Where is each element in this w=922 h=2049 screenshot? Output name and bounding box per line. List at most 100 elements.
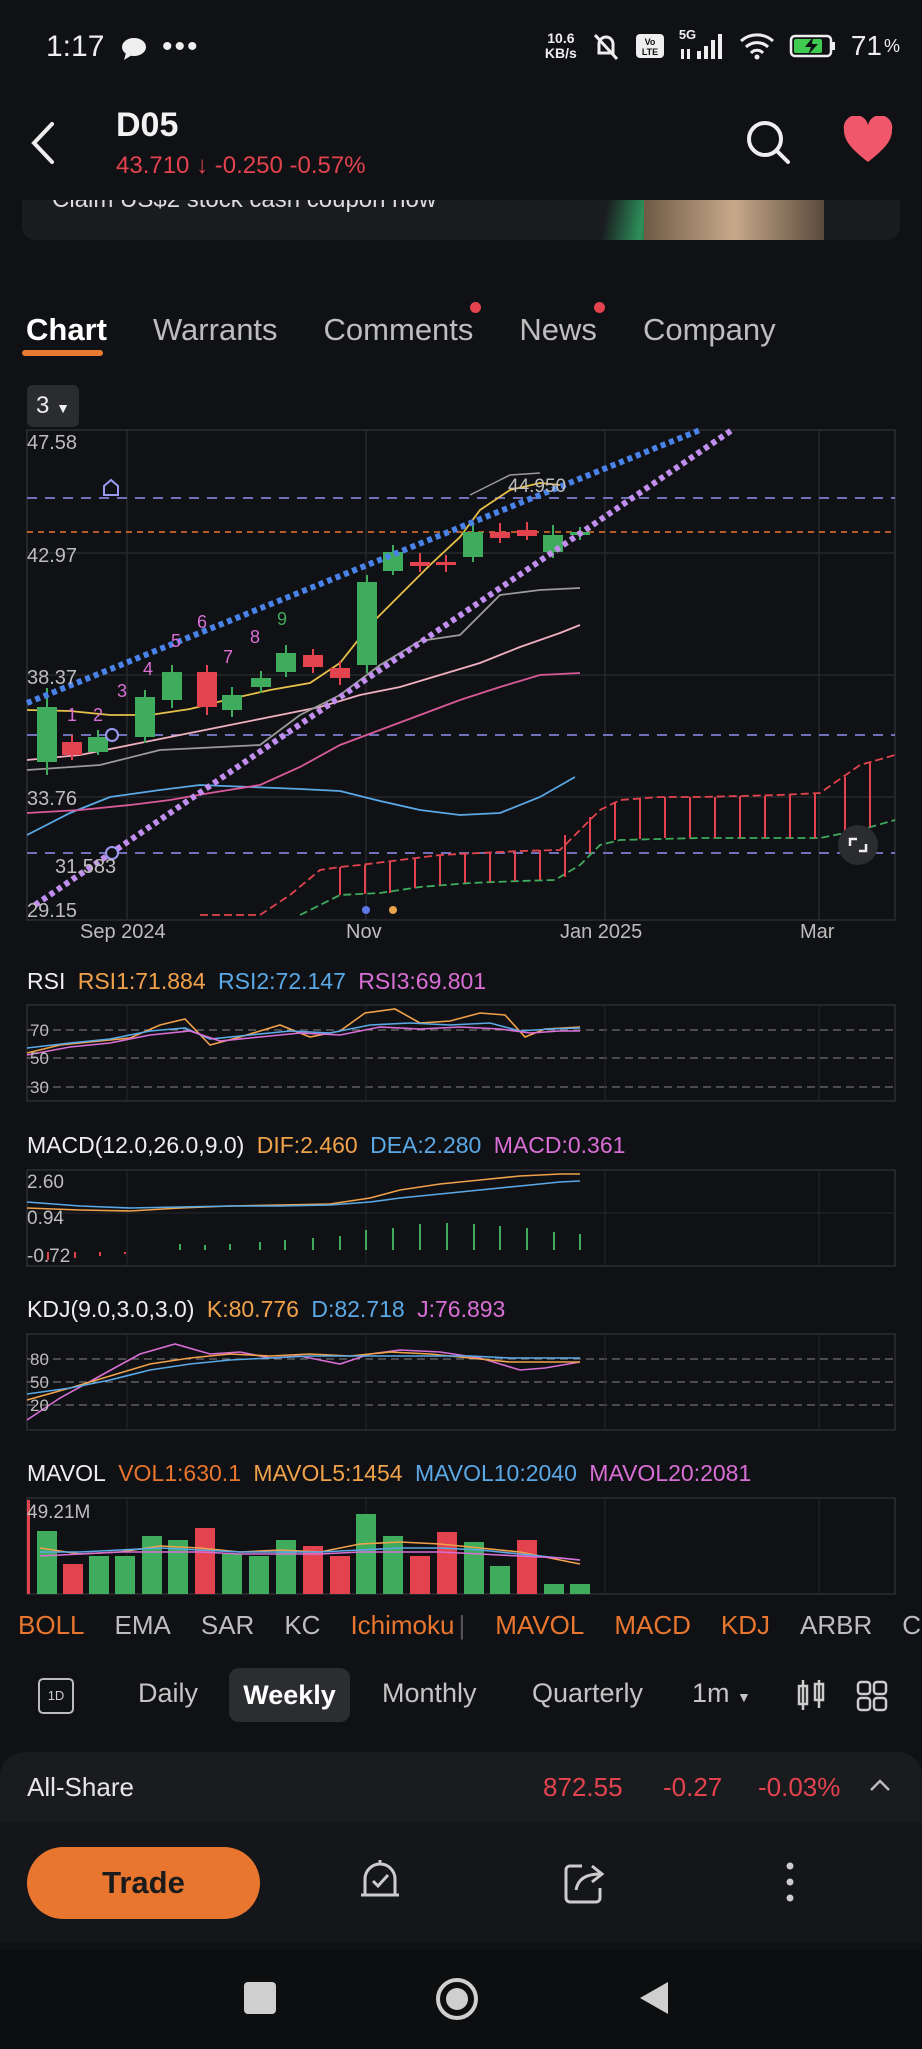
tab-company[interactable]: Company bbox=[643, 312, 776, 348]
indicator-c[interactable]: C bbox=[902, 1610, 921, 1641]
indicator-ichimoku[interactable]: Ichimoku bbox=[350, 1610, 454, 1641]
volume-chart[interactable]: 49.21M bbox=[0, 1496, 922, 1596]
net-speed: 10.6 KB/s bbox=[544, 30, 577, 61]
volume-max-label: 49.21M bbox=[27, 1502, 90, 1523]
sequence-number: 8 bbox=[250, 627, 260, 647]
rsi-chart[interactable]: 70 50 30 bbox=[0, 1003, 922, 1103]
grid-layout-icon[interactable] bbox=[856, 1680, 888, 1712]
volume-bars bbox=[27, 1500, 590, 1594]
tab-news[interactable]: News bbox=[519, 302, 605, 348]
calendar-1d-icon[interactable]: 1D bbox=[38, 1678, 74, 1714]
macd-tick-label: -0.72 bbox=[27, 1246, 70, 1267]
promo-banner[interactable]: Claim US$2 stock cash coupon now bbox=[22, 200, 900, 240]
period-minute-dropdown[interactable]: 1m ▼ bbox=[692, 1678, 751, 1709]
volume-bar bbox=[89, 1556, 109, 1594]
indicator-boll[interactable]: BOLL bbox=[18, 1610, 85, 1641]
expand-chart-button[interactable] bbox=[838, 825, 878, 865]
volume-bar bbox=[222, 1554, 242, 1594]
down-arrow-icon: ↓ bbox=[196, 152, 209, 179]
y-tick: 38.37 bbox=[27, 667, 77, 689]
indicator-kc[interactable]: KC bbox=[284, 1610, 320, 1641]
kdj-chart[interactable]: 80 50 20 bbox=[0, 1332, 922, 1432]
volume-bar bbox=[115, 1556, 135, 1594]
event-marker[interactable] bbox=[362, 906, 370, 914]
kdj-level-label: 50 bbox=[30, 1373, 49, 1392]
rsi-level-label: 70 bbox=[30, 1021, 49, 1040]
candle bbox=[330, 661, 350, 685]
period-quarterly[interactable]: Quarterly bbox=[532, 1678, 643, 1709]
volume-bar bbox=[330, 1556, 350, 1594]
all-share-index[interactable]: All-Share 872.55 -0.27 -0.03% bbox=[0, 1752, 922, 1822]
more-options-icon[interactable] bbox=[780, 1858, 800, 1906]
alert-marker-icon[interactable] bbox=[105, 728, 119, 742]
candle bbox=[383, 545, 403, 575]
kdj-title: KDJ(9.0,3.0,3.0) K:80.776 D:82.718 J:76.… bbox=[27, 1296, 506, 1322]
rsi-title: RSI RSI1:71.884 RSI2:72.147 RSI3:69.801 bbox=[27, 968, 487, 994]
volume-bar bbox=[544, 1584, 564, 1594]
chart-count-selector[interactable]: 3 ▼ bbox=[27, 385, 79, 427]
banner-text: Claim US$2 stock cash coupon now bbox=[52, 200, 436, 214]
indicator-list: BOLL EMA SAR KC Ichimoku | MAVOL MACD KDJ ARBR C bbox=[18, 1610, 921, 1641]
price-alert-icon[interactable] bbox=[357, 1857, 403, 1907]
trade-button[interactable]: Trade bbox=[27, 1847, 260, 1919]
share-icon[interactable] bbox=[562, 1860, 608, 1906]
index-value: 872.55 bbox=[543, 1772, 623, 1802]
macd-chart[interactable]: 2.60 0.94 -0.72 bbox=[0, 1168, 922, 1268]
signal-5g-icon: 5G bbox=[679, 27, 725, 61]
candlestick-chart[interactable]: 1 23456789 44.950 47.58 42.97 38.37 33.76 31.… bbox=[0, 425, 922, 955]
alert-marker-icon[interactable] bbox=[103, 478, 119, 496]
indicator-kdj[interactable]: KDJ bbox=[721, 1610, 770, 1641]
ma-gray bbox=[26, 587, 581, 771]
candle bbox=[135, 690, 155, 743]
chat-notification-icon bbox=[120, 36, 150, 67]
period-daily[interactable]: Daily bbox=[138, 1678, 198, 1709]
tab-chart[interactable]: Chart bbox=[22, 312, 107, 356]
x-axis-labels: Sep 2024 Nov Jan 2025 Mar bbox=[80, 921, 835, 943]
tab-comments[interactable]: Comments bbox=[324, 302, 482, 348]
candle bbox=[276, 645, 296, 677]
sequence-number: 1 bbox=[67, 705, 77, 725]
sequence-number: 6 bbox=[197, 612, 207, 632]
volume-bar bbox=[410, 1556, 430, 1594]
index-change-pct: -0.03% bbox=[758, 1772, 841, 1802]
indicator-sar[interactable]: SAR bbox=[201, 1610, 254, 1641]
volume-bar bbox=[490, 1566, 510, 1594]
y-tick: 33.76 bbox=[27, 788, 77, 810]
recents-button[interactable] bbox=[244, 1982, 276, 2014]
back-nav-button[interactable] bbox=[636, 1978, 672, 2018]
status-time: 1:17 bbox=[46, 30, 105, 63]
favorite-button[interactable] bbox=[842, 115, 894, 169]
high-label: 44.950 bbox=[508, 476, 566, 497]
unread-dot bbox=[593, 302, 605, 313]
kdj-level-label: 20 bbox=[30, 1396, 49, 1415]
candle bbox=[197, 665, 217, 715]
status-right: 10.6 KB/s Vo LTE 5G 71% bbox=[544, 27, 900, 62]
period-bar: 1D Daily Weekly Monthly Quarterly 1m ▼ bbox=[0, 1668, 922, 1724]
ichimoku-cloud bbox=[200, 754, 896, 916]
chevron-up-icon[interactable] bbox=[868, 1776, 892, 1794]
home-button[interactable] bbox=[434, 1976, 480, 2022]
tab-warrants[interactable]: Warrants bbox=[153, 312, 278, 348]
volume-bar bbox=[195, 1528, 215, 1594]
rsi-level-label: 50 bbox=[30, 1049, 49, 1068]
candles bbox=[37, 522, 590, 775]
indicator-macd[interactable]: MACD bbox=[614, 1610, 691, 1641]
sequence-number: 4 bbox=[143, 659, 153, 679]
event-marker[interactable] bbox=[389, 906, 397, 914]
indicator-arbr[interactable]: ARBR bbox=[800, 1610, 872, 1641]
volume-bar bbox=[517, 1540, 537, 1594]
candle bbox=[303, 649, 323, 673]
period-monthly[interactable]: Monthly bbox=[382, 1678, 477, 1709]
back-button[interactable] bbox=[24, 118, 64, 168]
period-weekly[interactable]: Weekly bbox=[229, 1668, 350, 1722]
sequence-number: 5 bbox=[171, 631, 181, 651]
volume-bar bbox=[437, 1532, 457, 1594]
svg-text:LTE: LTE bbox=[642, 47, 658, 57]
volume-bar bbox=[63, 1564, 83, 1594]
candle-type-icon[interactable] bbox=[796, 1678, 826, 1712]
chart-grid bbox=[27, 430, 895, 920]
search-button[interactable] bbox=[744, 118, 792, 171]
y-tick: 29.15 bbox=[27, 900, 77, 922]
indicator-ema[interactable]: EMA bbox=[115, 1610, 171, 1641]
indicator-mavol[interactable]: MAVOL bbox=[495, 1610, 584, 1641]
